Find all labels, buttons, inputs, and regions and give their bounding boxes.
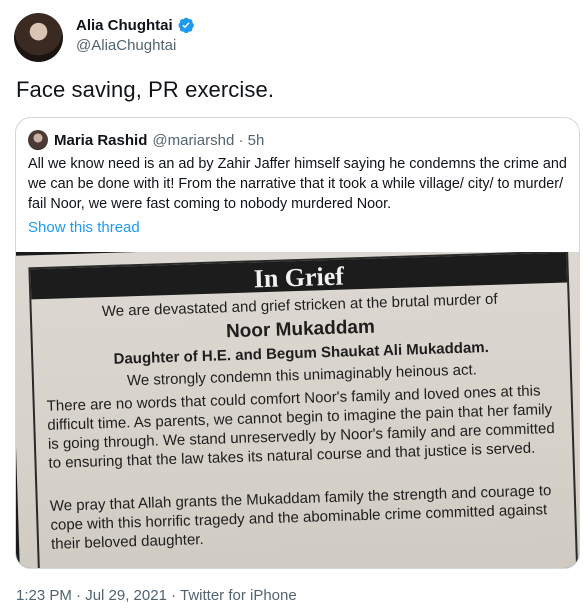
grief-notice-box: In Grief We are devastated and grief str… bbox=[28, 252, 579, 568]
author-info: Alia Chughtai @AliaChughtai bbox=[76, 14, 195, 54]
author-name-row: Alia Chughtai bbox=[76, 14, 195, 36]
quoted-tweet[interactable]: Maria Rashid @mariarshd · 5h All we know… bbox=[15, 117, 580, 569]
quoted-tweet-image[interactable]: In Grief We are devastated and grief str… bbox=[16, 252, 579, 568]
show-thread-link[interactable]: Show this thread bbox=[28, 219, 140, 236]
tweet-text: Face saving, PR exercise. bbox=[16, 77, 275, 102]
quoted-author-name[interactable]: Maria Rashid bbox=[54, 132, 147, 149]
author-name[interactable]: Alia Chughtai bbox=[76, 17, 173, 34]
quoted-author-handle-time: @mariarshd · 5h bbox=[152, 131, 265, 149]
grief-paragraph-1: There are no words that could comfort No… bbox=[46, 382, 555, 472]
verified-badge-icon bbox=[177, 16, 195, 34]
quoted-author-avatar[interactable] bbox=[28, 130, 48, 150]
newspaper-clipping: In Grief We are devastated and grief str… bbox=[16, 252, 579, 568]
quoted-author-row: Maria Rashid @mariarshd · 5h bbox=[28, 128, 264, 152]
quoted-tweet-text: All we know need is an ad by Zahir Jaffe… bbox=[28, 156, 567, 212]
author-avatar[interactable] bbox=[14, 13, 63, 62]
grief-paragraph-2: We pray that Allah grants the Mukaddam f… bbox=[49, 482, 552, 553]
author-handle[interactable]: @AliaChughtai bbox=[76, 37, 195, 54]
tweet-timestamp[interactable]: 1:23 PM · Jul 29, 2021 · Twitter for iPh… bbox=[16, 587, 297, 604]
